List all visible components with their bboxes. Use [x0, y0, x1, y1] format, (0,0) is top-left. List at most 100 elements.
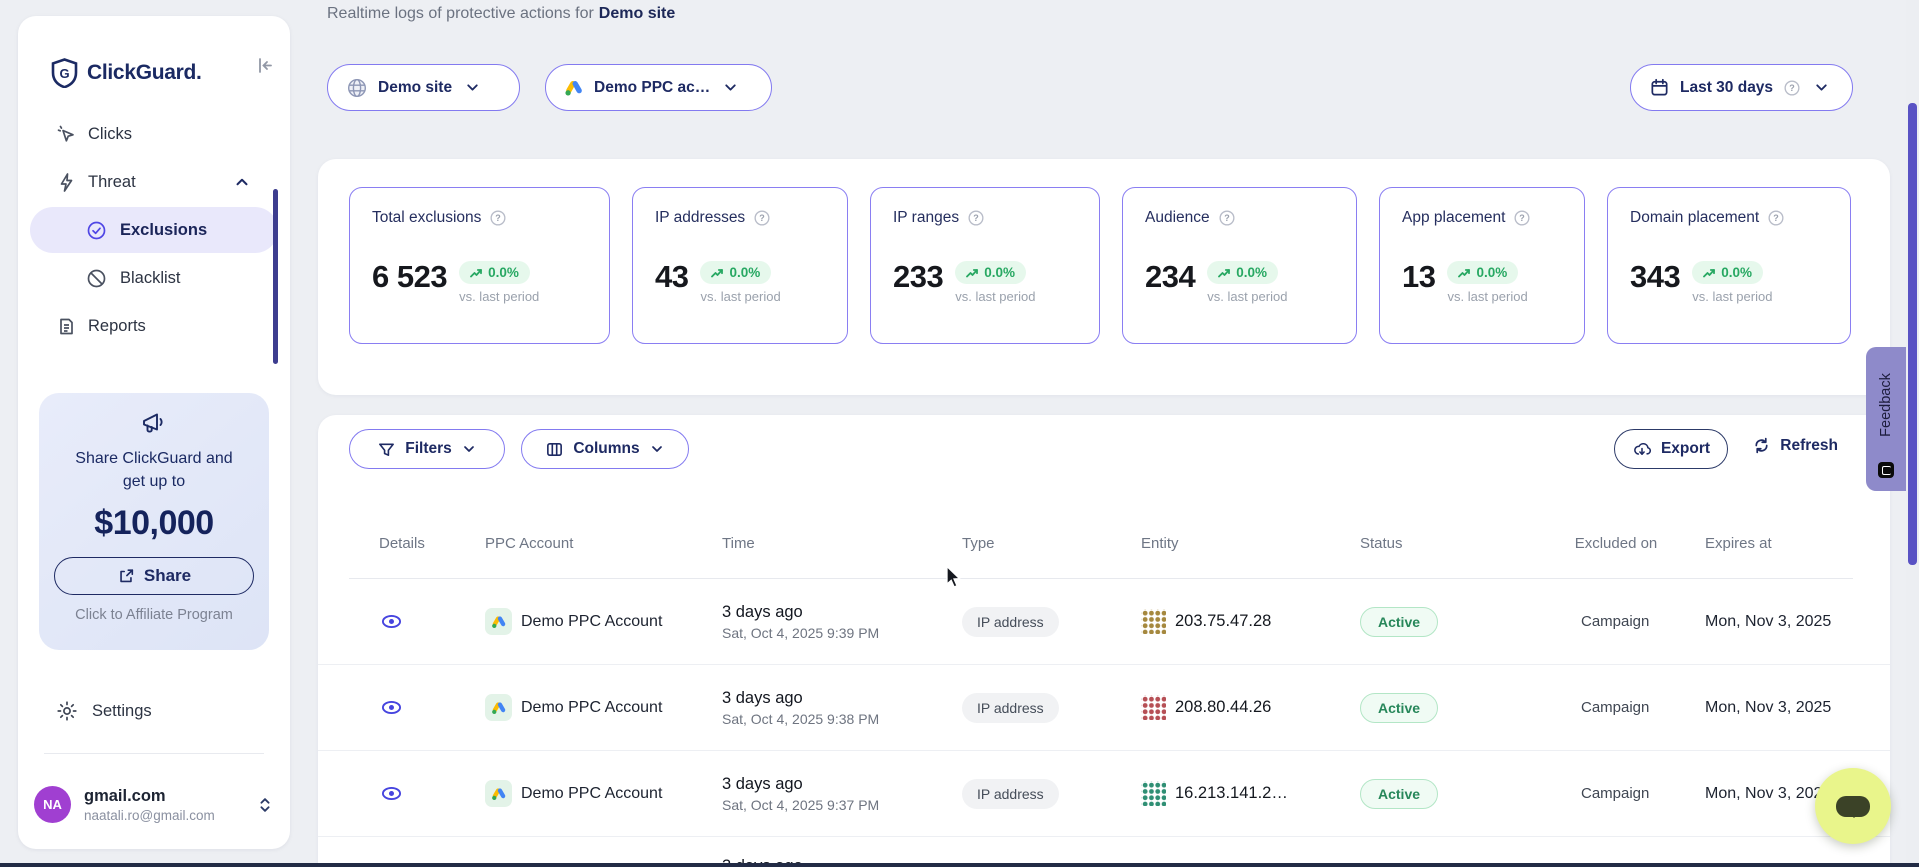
details-eye-icon[interactable] [380, 610, 475, 633]
help-icon[interactable]: ? [489, 209, 507, 227]
help-icon[interactable]: ? [753, 209, 771, 227]
help-icon[interactable]: ? [967, 209, 985, 227]
account-switcher[interactable]: NA gmail.com naatali.ro@gmail.com [34, 786, 274, 823]
help-icon[interactable]: ? [1767, 209, 1785, 227]
subtitle-site-name: Demo site [599, 5, 675, 22]
window-bottom-edge [0, 863, 1919, 867]
details-eye-icon[interactable] [380, 696, 475, 719]
time-exact: Sat, Oct 4, 2025 9:38 PM [722, 711, 952, 727]
site-selector[interactable]: Demo site [327, 64, 520, 111]
avatar: NA [34, 786, 71, 823]
app-root: G ClickGuard. Clicks Threat [0, 0, 1919, 867]
ppc-account-name: Demo PPC Account [521, 785, 662, 803]
chevron-down-icon [461, 441, 477, 457]
divider [44, 753, 264, 754]
col-header-entity: Entity [1131, 534, 1350, 554]
svg-text:?: ? [1224, 213, 1230, 223]
refresh-button[interactable]: Refresh [1752, 436, 1838, 455]
lightning-icon [56, 172, 77, 193]
trend-up-icon [1458, 268, 1471, 278]
entity-identicon [1141, 781, 1166, 806]
logo: G ClickGuard. [51, 58, 202, 88]
stat-compare: vs. last period [1207, 289, 1287, 304]
excluded-on-cell: Campaign [1571, 613, 1685, 630]
ppc-account-name: Demo PPC Account [521, 699, 662, 717]
columns-icon [545, 440, 564, 459]
sidebar-item-reports[interactable]: Reports [18, 303, 290, 349]
time-cell: 3 days ago Sat, Oct 4, 2025 9:39 PM [712, 603, 952, 641]
sidebar-scrollbar-thumb[interactable] [273, 189, 278, 364]
sidebar-item-label: Threat [88, 173, 136, 192]
stat-card-domain-placement: Domain placement? 343 0.0% vs. last peri… [1607, 187, 1851, 344]
help-icon[interactable]: ? [1513, 209, 1531, 227]
col-header-time: Time [712, 534, 952, 554]
details-eye-icon[interactable] [380, 782, 475, 805]
stat-label: Domain placement [1630, 209, 1759, 227]
page-scrollbar-track[interactable] [1906, 0, 1919, 867]
table-toolbar: Filters Columns Export Refresh [349, 429, 1838, 469]
filters-button[interactable]: Filters [349, 429, 505, 469]
trend-up-icon [1703, 268, 1716, 278]
type-badge: IP address [962, 693, 1059, 723]
page-scrollbar-thumb[interactable] [1908, 103, 1917, 565]
expires-at-cell: Mon, Nov 3, 2025 [1685, 699, 1865, 717]
sidebar-item-threat[interactable]: Threat [18, 159, 290, 205]
date-range-selector[interactable]: Last 30 days ? [1630, 64, 1853, 111]
chevron-up-icon[interactable] [233, 173, 251, 191]
feedback-tab[interactable]: Feedback [1866, 347, 1906, 491]
ppc-account-cell: Demo PPC Account [475, 608, 712, 635]
sidebar-item-exclusions[interactable]: Exclusions [30, 207, 278, 253]
entity-cell: 203.75.47.28 [1131, 609, 1350, 634]
table-body: Demo PPC Account 3 days ago Sat, Oct 4, … [318, 579, 1890, 867]
feedback-chat-icon [1878, 462, 1894, 478]
share-button[interactable]: Share [54, 557, 254, 595]
entity-value: 208.80.44.26 [1175, 698, 1271, 717]
table-row: Demo PPC Account 3 days ago Sat, Oct 4, … [318, 665, 1890, 751]
stat-value: 233 [893, 261, 943, 292]
external-link-icon [117, 567, 135, 585]
ppc-account-label: Demo PPC ac… [594, 79, 710, 97]
chevron-up-down-icon [256, 795, 274, 815]
sidebar-item-clicks[interactable]: Clicks [18, 111, 290, 157]
sidebar-item-settings[interactable]: Settings [56, 700, 152, 722]
google-ads-icon [485, 694, 512, 721]
check-badge-icon [86, 220, 107, 241]
col-header-details: Details [349, 534, 475, 554]
stat-compare: vs. last period [700, 289, 780, 304]
svg-text:?: ? [1789, 83, 1795, 93]
svg-text:?: ? [496, 213, 502, 223]
stat-card-audience: Audience? 234 0.0% vs. last period [1122, 187, 1357, 344]
stat-label: IP ranges [893, 209, 959, 227]
export-button[interactable]: Export [1614, 429, 1728, 469]
sidebar-item-blacklist[interactable]: Blacklist [18, 255, 290, 301]
entity-identicon [1141, 695, 1166, 720]
user-email: naatali.ro@gmail.com [84, 808, 256, 823]
columns-button[interactable]: Columns [521, 429, 689, 469]
col-header-expires-at: Expires at [1685, 534, 1865, 554]
site-selector-label: Demo site [378, 79, 452, 97]
time-cell: 3 days ago Sat, Oct 4, 2025 9:37 PM [712, 775, 952, 813]
sidebar-item-label: Exclusions [120, 221, 207, 240]
affiliate-promo-card[interactable]: Share ClickGuard and get up to $10,000 S… [39, 393, 269, 650]
col-header-type: Type [952, 534, 1131, 554]
sidebar-item-label: Clicks [88, 125, 132, 144]
chat-widget-button[interactable] [1815, 768, 1891, 844]
app-title: ClickGuard. [87, 61, 202, 85]
table-header: Details PPC Account Time Type Entity Sta… [318, 517, 1890, 571]
ppc-account-selector[interactable]: Demo PPC ac… [545, 64, 772, 111]
calendar-icon [1649, 77, 1670, 98]
refresh-icon [1752, 436, 1771, 455]
sidebar-collapse-icon[interactable] [255, 55, 276, 76]
promo-heading: Share ClickGuard and get up to [75, 447, 232, 493]
chat-bubble-icon [1836, 796, 1870, 817]
stat-compare: vs. last period [955, 289, 1035, 304]
chevron-down-icon [1813, 79, 1830, 96]
entity-identicon [1141, 609, 1166, 634]
stats-panel: Total exclusions? 6 523 0.0% vs. last pe… [318, 159, 1890, 395]
stat-label: Audience [1145, 209, 1210, 227]
excluded-on-cell: Campaign [1571, 699, 1685, 716]
status-badge: Active [1360, 779, 1438, 809]
help-icon[interactable]: ? [1218, 209, 1236, 227]
table-row: Demo PPC Account 3 days ago Sat, Oct 4, … [318, 579, 1890, 665]
entity-value: 203.75.47.28 [1175, 612, 1271, 631]
